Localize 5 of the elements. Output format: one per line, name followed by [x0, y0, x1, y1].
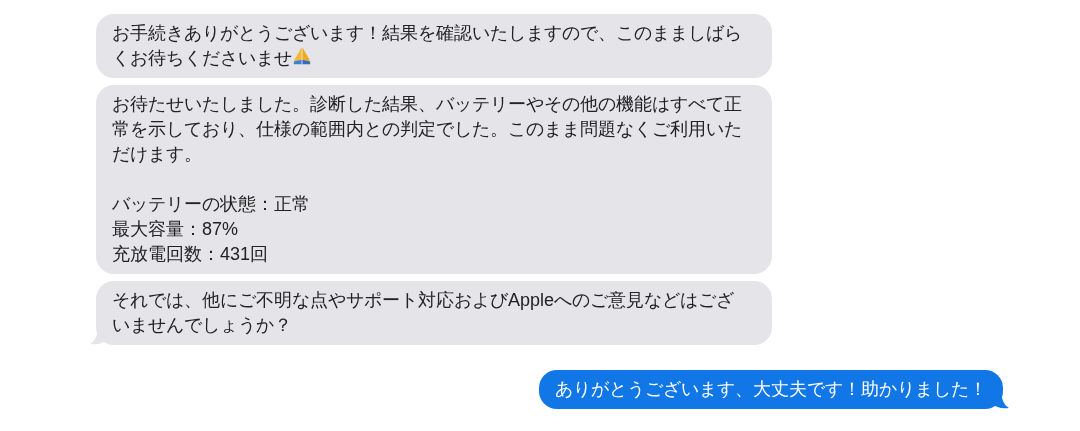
message-text: バッテリーの状態：正常 最大容量：87% 充放電回数：431回: [112, 193, 311, 266]
message-text: お手続きありがとうございます！結果を確認いたしますので、このまましばら くお待ちくださいませ: [112, 22, 743, 70]
message-text: それでは、他にご不明な点やサポート対応およびAppleへのご意見などはござ いませんでしょうか？: [112, 289, 736, 337]
message-text: ありがとうございます、大丈夫です！助かりました！: [555, 378, 987, 401]
message-text: お待たせいたしました。診断した結果、バッテリーやその他の機能はすべて正 常を示しており、仕様の範囲内との判定でした。このまま問題なくご利用いた だけます。: [112, 93, 743, 166]
